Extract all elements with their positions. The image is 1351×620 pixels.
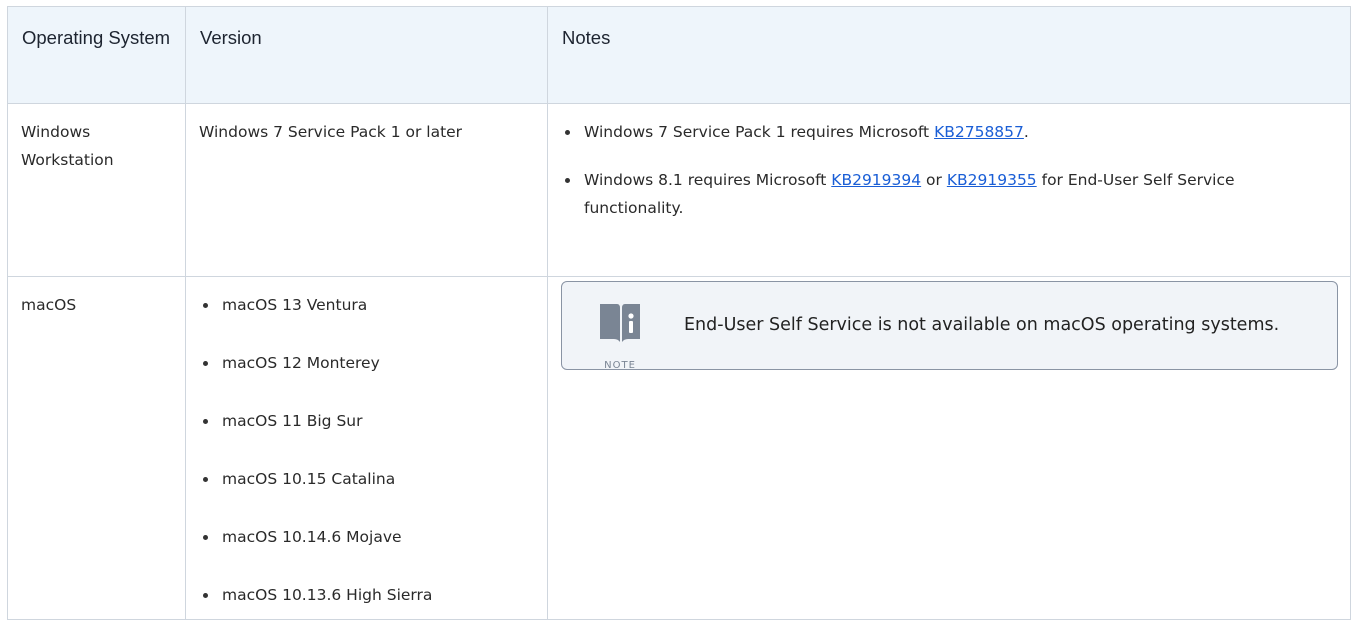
cell-version-windows: Windows 7 Service Pack 1 or later — [185, 103, 548, 277]
note-book-icon-graphic — [600, 304, 640, 342]
os-requirements-table: Operating System Version Notes Windows W… — [7, 6, 1351, 620]
note-text: End-User Self Service is not available o… — [684, 315, 1280, 335]
list-item: Windows 8.1 requires Microsoft KB2919394… — [561, 166, 1337, 222]
windows-notes-list: Windows 7 Service Pack 1 requires Micros… — [561, 118, 1337, 222]
macos-versions-list: macOS 13 Ventura macOS 12 Monterey macOS… — [199, 291, 534, 609]
list-item: macOS 10.14.6 Mojave — [199, 523, 534, 551]
table-row-macos: macOS macOS 13 Ventura macOS 12 Monterey… — [7, 276, 1351, 620]
cell-version-macos: macOS 13 Ventura macOS 12 Monterey macOS… — [185, 276, 548, 620]
kb2758857-link[interactable]: KB2758857 — [934, 123, 1024, 141]
list-item: macOS 13 Ventura — [199, 291, 534, 319]
list-item: macOS 10.15 Catalina — [199, 465, 534, 493]
kb2919355-link[interactable]: KB2919355 — [947, 171, 1037, 189]
note-book-icon: NOTE — [598, 300, 642, 369]
table-row-windows: Windows Workstation Windows 7 Service Pa… — [7, 103, 1351, 277]
requirements-page: Operating System Version Notes Windows W… — [0, 0, 1351, 620]
header-notes: Notes — [547, 6, 1351, 104]
note-callout: NOTE End-User Self Service is not availa… — [561, 281, 1338, 370]
cell-os-windows: Windows Workstation — [7, 103, 186, 277]
list-item: macOS 12 Monterey — [199, 349, 534, 377]
header-operating-system: Operating System — [7, 6, 186, 104]
kb2919394-link[interactable]: KB2919394 — [831, 171, 921, 189]
list-item: Windows 7 Service Pack 1 requires Micros… — [561, 118, 1337, 146]
note-label: NOTE — [604, 360, 636, 370]
cell-os-macos: macOS — [7, 276, 186, 620]
cell-notes-macos: NOTE End-User Self Service is not availa… — [547, 276, 1351, 620]
header-version: Version — [185, 6, 548, 104]
cell-notes-windows: Windows 7 Service Pack 1 requires Micros… — [547, 103, 1351, 277]
table-header-row: Operating System Version Notes — [7, 6, 1351, 104]
list-item: macOS 11 Big Sur — [199, 407, 534, 435]
